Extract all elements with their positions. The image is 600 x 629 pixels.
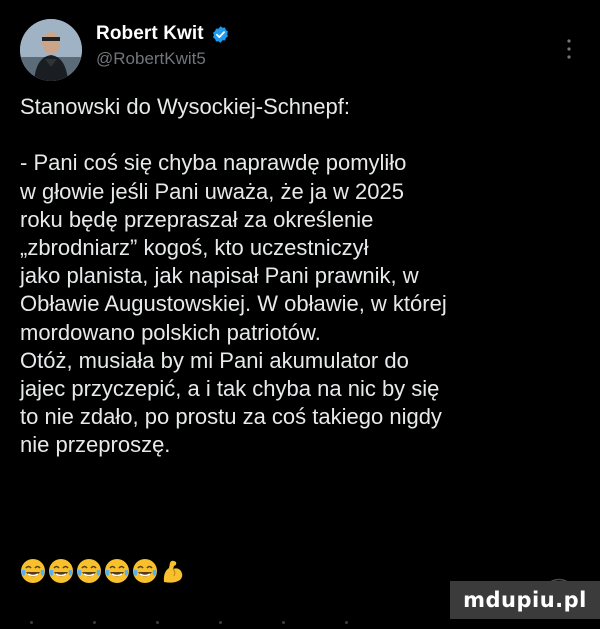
footer-faded-row — [30, 611, 450, 624]
tears-of-joy-icon — [48, 558, 74, 584]
more-options-icon[interactable] — [566, 37, 572, 61]
tweet-line: Otóż, musiała by mi Pani akumulator do — [20, 347, 409, 373]
tears-of-joy-icon — [76, 558, 102, 584]
tweet-line: - Pani coś się chyba naprawdę pomyliło — [20, 150, 407, 176]
tweet-line: to nie zdało, po prostu za coś takiego n… — [20, 404, 442, 430]
tweet-card: Robert Kwit @RobertKwit5 Stanowski do Wy… — [0, 0, 600, 624]
tweet-line: nie przeproszę. — [20, 432, 171, 458]
tweet-text: Stanowski do Wysockiej-Schnepf: - Pani c… — [20, 93, 590, 459]
avatar[interactable] — [20, 19, 82, 81]
tweet-line: Stanowski do Wysockiej-Schnepf: — [20, 94, 350, 119]
tweet-line: w głowie jeśli Pani uważa, że ja w 2025 — [20, 178, 404, 204]
tweet-line: „zbrodniarz” kogoś, kto uczestniczył — [20, 234, 369, 260]
display-name[interactable]: Robert Kwit — [96, 23, 204, 45]
tweet-header: Robert Kwit @RobertKwit5 — [20, 19, 580, 81]
watermark: mdupiu.pl — [450, 581, 600, 619]
tweet-line — [20, 121, 590, 149]
tweet-line: jako planista, jak napisał Pani prawnik,… — [20, 263, 419, 289]
tweet-line: mordowano polskich patriotów. — [20, 319, 321, 345]
tweet-line: Obławie Augustowskiej. W obławie, w któr… — [20, 291, 447, 317]
verified-badge-icon — [211, 25, 230, 44]
tears-of-joy-icon — [104, 558, 130, 584]
handle[interactable]: @RobertKwit5 — [96, 49, 206, 69]
name-row: Robert Kwit — [96, 21, 230, 47]
emoji-row — [20, 557, 188, 585]
avatar-photo-icon — [20, 19, 82, 81]
flexed-biceps-icon — [160, 558, 186, 584]
watermark-text: mdupiu.pl — [463, 588, 587, 612]
tweet-line: jajec przyczepić, a i tak chyba na nic b… — [20, 375, 440, 401]
tweet-line: roku będę przepraszał za określenie — [20, 206, 374, 232]
tears-of-joy-icon — [20, 558, 46, 584]
tears-of-joy-icon — [132, 558, 158, 584]
